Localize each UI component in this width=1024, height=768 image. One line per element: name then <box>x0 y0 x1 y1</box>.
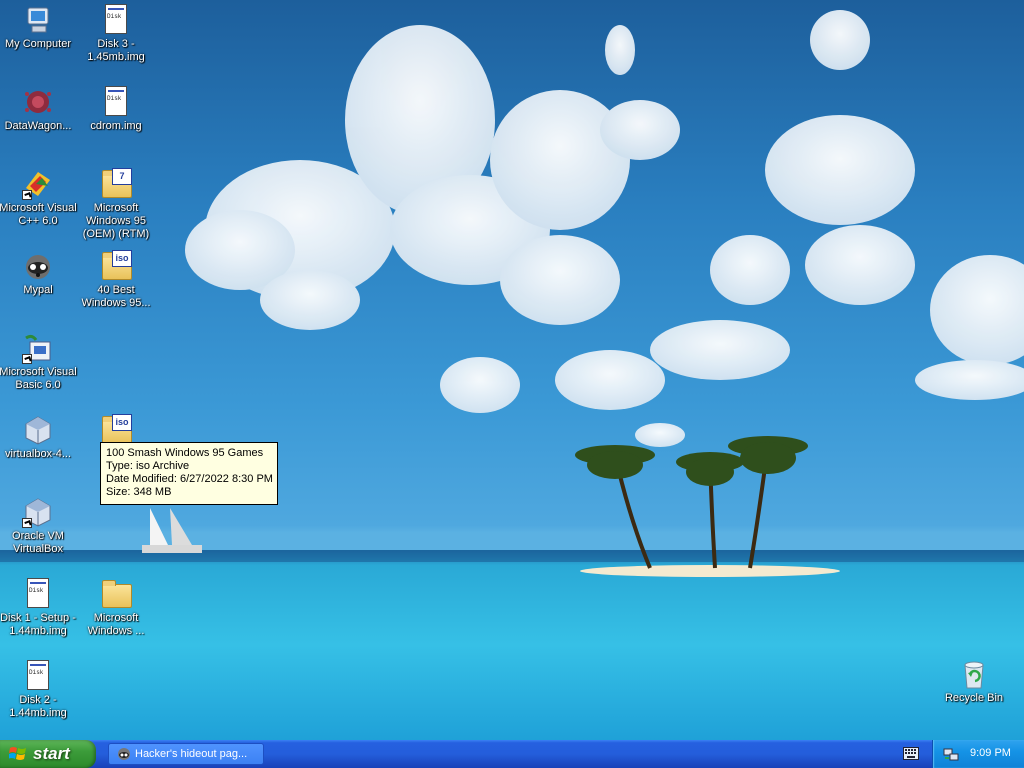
recycle-bin-icon <box>964 661 984 689</box>
desktop-icon-visual-basic[interactable]: Microsoft Visual Basic 6.0 <box>0 332 78 392</box>
browser-raccoon-icon <box>118 748 130 760</box>
system-tray: 9:09 PM <box>932 740 1024 768</box>
desktop-icon-40-best[interactable]: iso 40 Best Windows 95... <box>76 250 156 310</box>
desktop-icon-datawagon[interactable]: DataWagon... <box>0 86 78 133</box>
desktop-icon-disk3[interactable]: Disk Disk 3 - 1.45mb.img <box>76 4 156 64</box>
image-file-icon: Disk <box>105 4 127 34</box>
tooltip-title: 100 Smash Windows 95 Games <box>106 447 264 459</box>
mypal-raccoon-icon <box>26 255 50 279</box>
image-file-icon: Disk <box>105 86 127 116</box>
iso-badge: iso <box>112 414 132 431</box>
desktop-icon-label: DataWagon... <box>4 120 72 132</box>
archive-badge: 7 <box>112 168 132 185</box>
desktop-icon-label: Microsoft Windows ... <box>87 612 145 637</box>
taskbar: start Hacker's hideout pag... 9:09 PM <box>0 740 1024 768</box>
start-label: start <box>33 744 70 763</box>
taskbar-item-label: Hacker's hideout pag... <box>135 748 248 760</box>
desktop-icon-oracle-vm[interactable]: Oracle VM VirtualBox <box>0 496 78 556</box>
desktop-wallpaper[interactable]: My Computer DataWagon... Microsoft Visua… <box>0 0 1024 740</box>
taskbar-item-hackers-hideout[interactable]: Hacker's hideout pag... <box>108 743 264 765</box>
my-computer-icon <box>27 7 49 33</box>
desktop-icon-recycle-bin[interactable]: Recycle Bin <box>934 658 1014 705</box>
desktop-icon-label: Mypal <box>23 284 53 296</box>
desktop-icon-label: Microsoft Windows 95 (OEM) (RTM) <box>82 202 150 240</box>
image-file-icon: Disk <box>27 660 49 690</box>
windows-logo-icon <box>9 747 26 760</box>
clock[interactable]: 9:09 PM <box>970 747 1011 759</box>
desktop-icon-label: My Computer <box>4 38 72 50</box>
desktop-icon-disk1[interactable]: Disk Disk 1 - Setup - 1.44mb.img <box>0 578 78 638</box>
desktop-icon-virtualbox-installer[interactable]: virtualbox-4... <box>0 414 78 461</box>
desktop-icon-win95-oem[interactable]: 7 Microsoft Windows 95 (OEM) (RTM) <box>76 168 156 241</box>
desktop-icon-label: 40 Best Windows 95... <box>81 284 151 309</box>
network-connection-icon[interactable] <box>943 746 959 762</box>
keyboard-icon[interactable] <box>903 747 919 760</box>
shortcut-arrow-icon <box>22 518 32 528</box>
desktop-icon-my-computer[interactable]: My Computer <box>0 4 78 51</box>
desktop-icon-label: Disk 2 - 1.44mb.img <box>9 694 67 719</box>
tooltip-size: Size: 348 MB <box>106 486 172 498</box>
shortcut-arrow-icon <box>22 354 32 364</box>
desktop-icon-label: virtualbox-4... <box>4 448 72 460</box>
desktop-icon-label: Oracle VM VirtualBox <box>12 530 64 555</box>
start-button[interactable]: start <box>0 740 96 768</box>
tooltip-date-modified: Date Modified: 6/27/2022 8:30 PM <box>106 473 273 485</box>
desktop-icon-label: Microsoft Visual Basic 6.0 <box>0 366 77 391</box>
desktop-icon-label: Disk 1 - Setup - 1.44mb.img <box>0 612 76 637</box>
iso-badge: iso <box>112 250 132 267</box>
desktop-icon-cdrom[interactable]: Disk cdrom.img <box>76 86 156 133</box>
shortcut-arrow-icon <box>22 190 32 200</box>
file-tooltip: 100 Smash Windows 95 Games Type: iso Arc… <box>100 442 278 505</box>
desktop-icon-label: cdrom.img <box>90 120 142 132</box>
desktop-icon-disk2[interactable]: Disk Disk 2 - 1.44mb.img <box>0 660 78 720</box>
desktop-icon-visual-cpp[interactable]: Microsoft Visual C++ 6.0 <box>0 168 78 228</box>
virtualbox-icon <box>25 416 51 445</box>
desktop-icon-label: Microsoft Visual C++ 6.0 <box>0 202 77 227</box>
folder-icon <box>102 580 132 608</box>
desktop-icon-label: Recycle Bin <box>944 692 1004 704</box>
desktop-icon-ms-windows-folder[interactable]: Microsoft Windows ... <box>76 578 156 638</box>
desktop-icon-mypal[interactable]: Mypal <box>0 250 78 297</box>
datawagon-icon <box>25 91 51 113</box>
image-file-icon: Disk <box>27 578 49 608</box>
desktop-icon-label: Disk 3 - 1.45mb.img <box>87 38 145 63</box>
tooltip-type: Type: iso Archive <box>106 460 190 472</box>
